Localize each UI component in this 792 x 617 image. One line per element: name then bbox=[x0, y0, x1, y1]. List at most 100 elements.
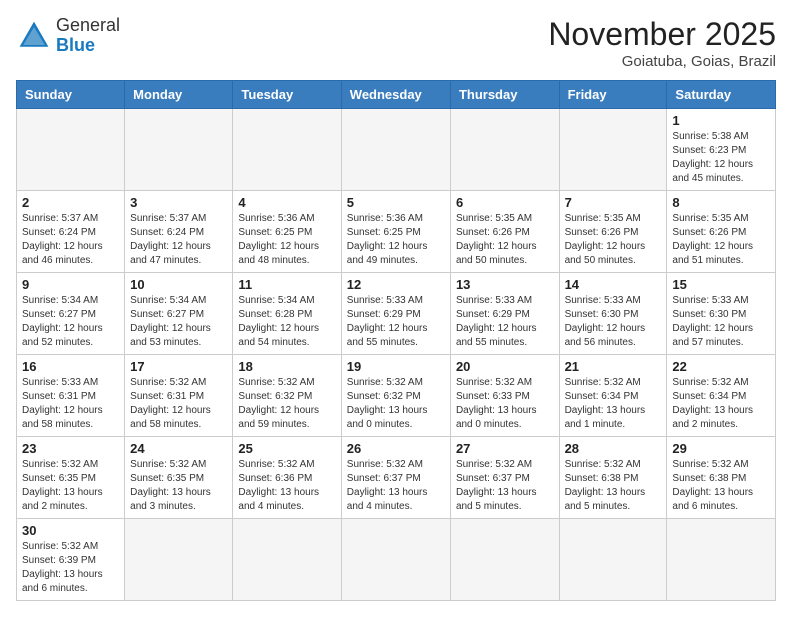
logo-blue: Blue bbox=[56, 35, 95, 55]
day-cell: 19Sunrise: 5:32 AM Sunset: 6:32 PM Dayli… bbox=[341, 355, 450, 437]
day-number: 22 bbox=[672, 359, 770, 374]
day-info: Sunrise: 5:33 AM Sunset: 6:31 PM Dayligh… bbox=[22, 376, 119, 432]
week-row-3: 9Sunrise: 5:34 AM Sunset: 6:27 PM Daylig… bbox=[17, 273, 776, 355]
day-cell: 20 Sunrise: 5:32 AM Sunset: 6:33 PM Dayli… bbox=[450, 355, 559, 437]
day-number: 14 bbox=[565, 277, 662, 292]
day-info: Sunrise: 5:34 AM Sunset: 6:28 PM Dayligh… bbox=[238, 294, 335, 350]
day-number: 30 bbox=[22, 523, 119, 538]
day-cell bbox=[125, 109, 233, 191]
logo-icon bbox=[16, 18, 52, 54]
day-number: 4 bbox=[238, 195, 335, 210]
month-title: November 2025 bbox=[548, 16, 776, 53]
day-cell: 3Sunrise: 5:37 AM Sunset: 6:24 PM Daylig… bbox=[125, 191, 233, 273]
week-row-6: 30Sunrise: 5:32 AM Sunset: 6:39 PM Dayli… bbox=[17, 519, 776, 601]
calendar-table: SundayMondayTuesdayWednesdayThursdayFrid… bbox=[16, 80, 776, 601]
day-cell: 13 Sunrise: 5:33 AM Sunset: 6:29 PM Dayli… bbox=[450, 273, 559, 355]
day-number: 12 bbox=[347, 277, 445, 292]
day-info: Sunrise: 5:32 AM Sunset: 6:34 PM Dayligh… bbox=[672, 376, 770, 432]
day-cell: 1 Sunrise: 5:38 AM Sunset: 6:23 PM Daylig… bbox=[667, 109, 776, 191]
day-cell: 2Sunrise: 5:37 AM Sunset: 6:24 PM Daylig… bbox=[17, 191, 125, 273]
day-cell bbox=[667, 519, 776, 601]
day-cell: 7Sunrise: 5:35 AM Sunset: 6:26 PM Daylig… bbox=[559, 191, 667, 273]
logo: General Blue bbox=[16, 16, 120, 56]
day-cell: 26Sunrise: 5:32 AM Sunset: 6:37 PM Dayli… bbox=[341, 437, 450, 519]
day-number: 20 bbox=[456, 359, 554, 374]
day-cell: 24Sunrise: 5:32 AM Sunset: 6:35 PM Dayli… bbox=[125, 437, 233, 519]
day-cell bbox=[559, 109, 667, 191]
day-cell bbox=[341, 109, 450, 191]
day-cell: 23 Sunrise: 5:32 AM Sunset: 6:35 PM Dayli… bbox=[17, 437, 125, 519]
location: Goiatuba, Goias, Brazil bbox=[548, 53, 776, 70]
week-row-4: 16 Sunrise: 5:33 AM Sunset: 6:31 PM Dayli… bbox=[17, 355, 776, 437]
day-cell: 21Sunrise: 5:32 AM Sunset: 6:34 PM Dayli… bbox=[559, 355, 667, 437]
day-cell: 6Sunrise: 5:35 AM Sunset: 6:26 PM Daylig… bbox=[450, 191, 559, 273]
day-number: 11 bbox=[238, 277, 335, 292]
day-info: Sunrise: 5:36 AM Sunset: 6:25 PM Dayligh… bbox=[238, 212, 335, 268]
day-info: Sunrise: 5:33 AM Sunset: 6:30 PM Dayligh… bbox=[565, 294, 662, 350]
day-number: 27 bbox=[456, 441, 554, 456]
day-header-friday: Friday bbox=[559, 81, 667, 109]
day-info: Sunrise: 5:33 AM Sunset: 6:30 PM Dayligh… bbox=[672, 294, 770, 350]
day-cell: 9Sunrise: 5:34 AM Sunset: 6:27 PM Daylig… bbox=[17, 273, 125, 355]
day-number: 25 bbox=[238, 441, 335, 456]
day-header-monday: Monday bbox=[125, 81, 233, 109]
day-number: 6 bbox=[456, 195, 554, 210]
day-cell bbox=[341, 519, 450, 601]
day-number: 23 bbox=[22, 441, 119, 456]
day-cell bbox=[450, 519, 559, 601]
title-block: November 2025 Goiatuba, Goias, Brazil bbox=[548, 16, 776, 70]
day-info: Sunrise: 5:35 AM Sunset: 6:26 PM Dayligh… bbox=[672, 212, 770, 268]
day-cell: 18Sunrise: 5:32 AM Sunset: 6:32 PM Dayli… bbox=[233, 355, 341, 437]
day-cell bbox=[559, 519, 667, 601]
day-cell: 11 Sunrise: 5:34 AM Sunset: 6:28 PM Dayli… bbox=[233, 273, 341, 355]
week-row-5: 23 Sunrise: 5:32 AM Sunset: 6:35 PM Dayli… bbox=[17, 437, 776, 519]
day-info: Sunrise: 5:32 AM Sunset: 6:32 PM Dayligh… bbox=[347, 376, 445, 432]
day-info: Sunrise: 5:32 AM Sunset: 6:37 PM Dayligh… bbox=[347, 458, 445, 514]
day-info: Sunrise: 5:32 AM Sunset: 6:35 PM Dayligh… bbox=[130, 458, 227, 514]
day-number: 28 bbox=[565, 441, 662, 456]
day-number: 29 bbox=[672, 441, 770, 456]
day-info: Sunrise: 5:32 AM Sunset: 6:38 PM Dayligh… bbox=[565, 458, 662, 514]
day-number: 8 bbox=[672, 195, 770, 210]
calendar-header-row: SundayMondayTuesdayWednesdayThursdayFrid… bbox=[17, 81, 776, 109]
day-info: Sunrise: 5:32 AM Sunset: 6:33 PM Dayligh… bbox=[456, 376, 554, 432]
day-cell: 28 Sunrise: 5:32 AM Sunset: 6:38 PM Dayli… bbox=[559, 437, 667, 519]
day-header-sunday: Sunday bbox=[17, 81, 125, 109]
day-number: 15 bbox=[672, 277, 770, 292]
day-header-tuesday: Tuesday bbox=[233, 81, 341, 109]
day-number: 2 bbox=[22, 195, 119, 210]
day-cell: 10Sunrise: 5:34 AM Sunset: 6:27 PM Dayli… bbox=[125, 273, 233, 355]
day-info: Sunrise: 5:32 AM Sunset: 6:38 PM Dayligh… bbox=[672, 458, 770, 514]
day-info: Sunrise: 5:32 AM Sunset: 6:32 PM Dayligh… bbox=[238, 376, 335, 432]
day-number: 1 bbox=[672, 113, 770, 128]
day-number: 7 bbox=[565, 195, 662, 210]
day-cell: 4 Sunrise: 5:36 AM Sunset: 6:25 PM Daylig… bbox=[233, 191, 341, 273]
day-info: Sunrise: 5:37 AM Sunset: 6:24 PM Dayligh… bbox=[130, 212, 227, 268]
day-info: Sunrise: 5:32 AM Sunset: 6:34 PM Dayligh… bbox=[565, 376, 662, 432]
day-info: Sunrise: 5:38 AM Sunset: 6:23 PM Dayligh… bbox=[672, 130, 770, 186]
day-info: Sunrise: 5:32 AM Sunset: 6:35 PM Dayligh… bbox=[22, 458, 119, 514]
day-number: 16 bbox=[22, 359, 119, 374]
day-cell: 5Sunrise: 5:36 AM Sunset: 6:25 PM Daylig… bbox=[341, 191, 450, 273]
day-info: Sunrise: 5:32 AM Sunset: 6:37 PM Dayligh… bbox=[456, 458, 554, 514]
day-number: 13 bbox=[456, 277, 554, 292]
day-info: Sunrise: 5:34 AM Sunset: 6:27 PM Dayligh… bbox=[22, 294, 119, 350]
day-cell bbox=[17, 109, 125, 191]
day-cell bbox=[233, 519, 341, 601]
day-number: 10 bbox=[130, 277, 227, 292]
day-info: Sunrise: 5:32 AM Sunset: 6:31 PM Dayligh… bbox=[130, 376, 227, 432]
page-header: General Blue November 2025 Goiatuba, Goi… bbox=[16, 16, 776, 70]
day-info: Sunrise: 5:33 AM Sunset: 6:29 PM Dayligh… bbox=[456, 294, 554, 350]
day-number: 17 bbox=[130, 359, 227, 374]
day-header-wednesday: Wednesday bbox=[341, 81, 450, 109]
day-cell bbox=[233, 109, 341, 191]
day-cell: 30Sunrise: 5:32 AM Sunset: 6:39 PM Dayli… bbox=[17, 519, 125, 601]
day-header-thursday: Thursday bbox=[450, 81, 559, 109]
day-cell: 15 Sunrise: 5:33 AM Sunset: 6:30 PM Dayli… bbox=[667, 273, 776, 355]
day-cell bbox=[125, 519, 233, 601]
day-cell: 22 Sunrise: 5:32 AM Sunset: 6:34 PM Dayli… bbox=[667, 355, 776, 437]
day-info: Sunrise: 5:33 AM Sunset: 6:29 PM Dayligh… bbox=[347, 294, 445, 350]
day-cell: 25Sunrise: 5:32 AM Sunset: 6:36 PM Dayli… bbox=[233, 437, 341, 519]
day-number: 5 bbox=[347, 195, 445, 210]
logo-text: General Blue bbox=[56, 16, 120, 56]
